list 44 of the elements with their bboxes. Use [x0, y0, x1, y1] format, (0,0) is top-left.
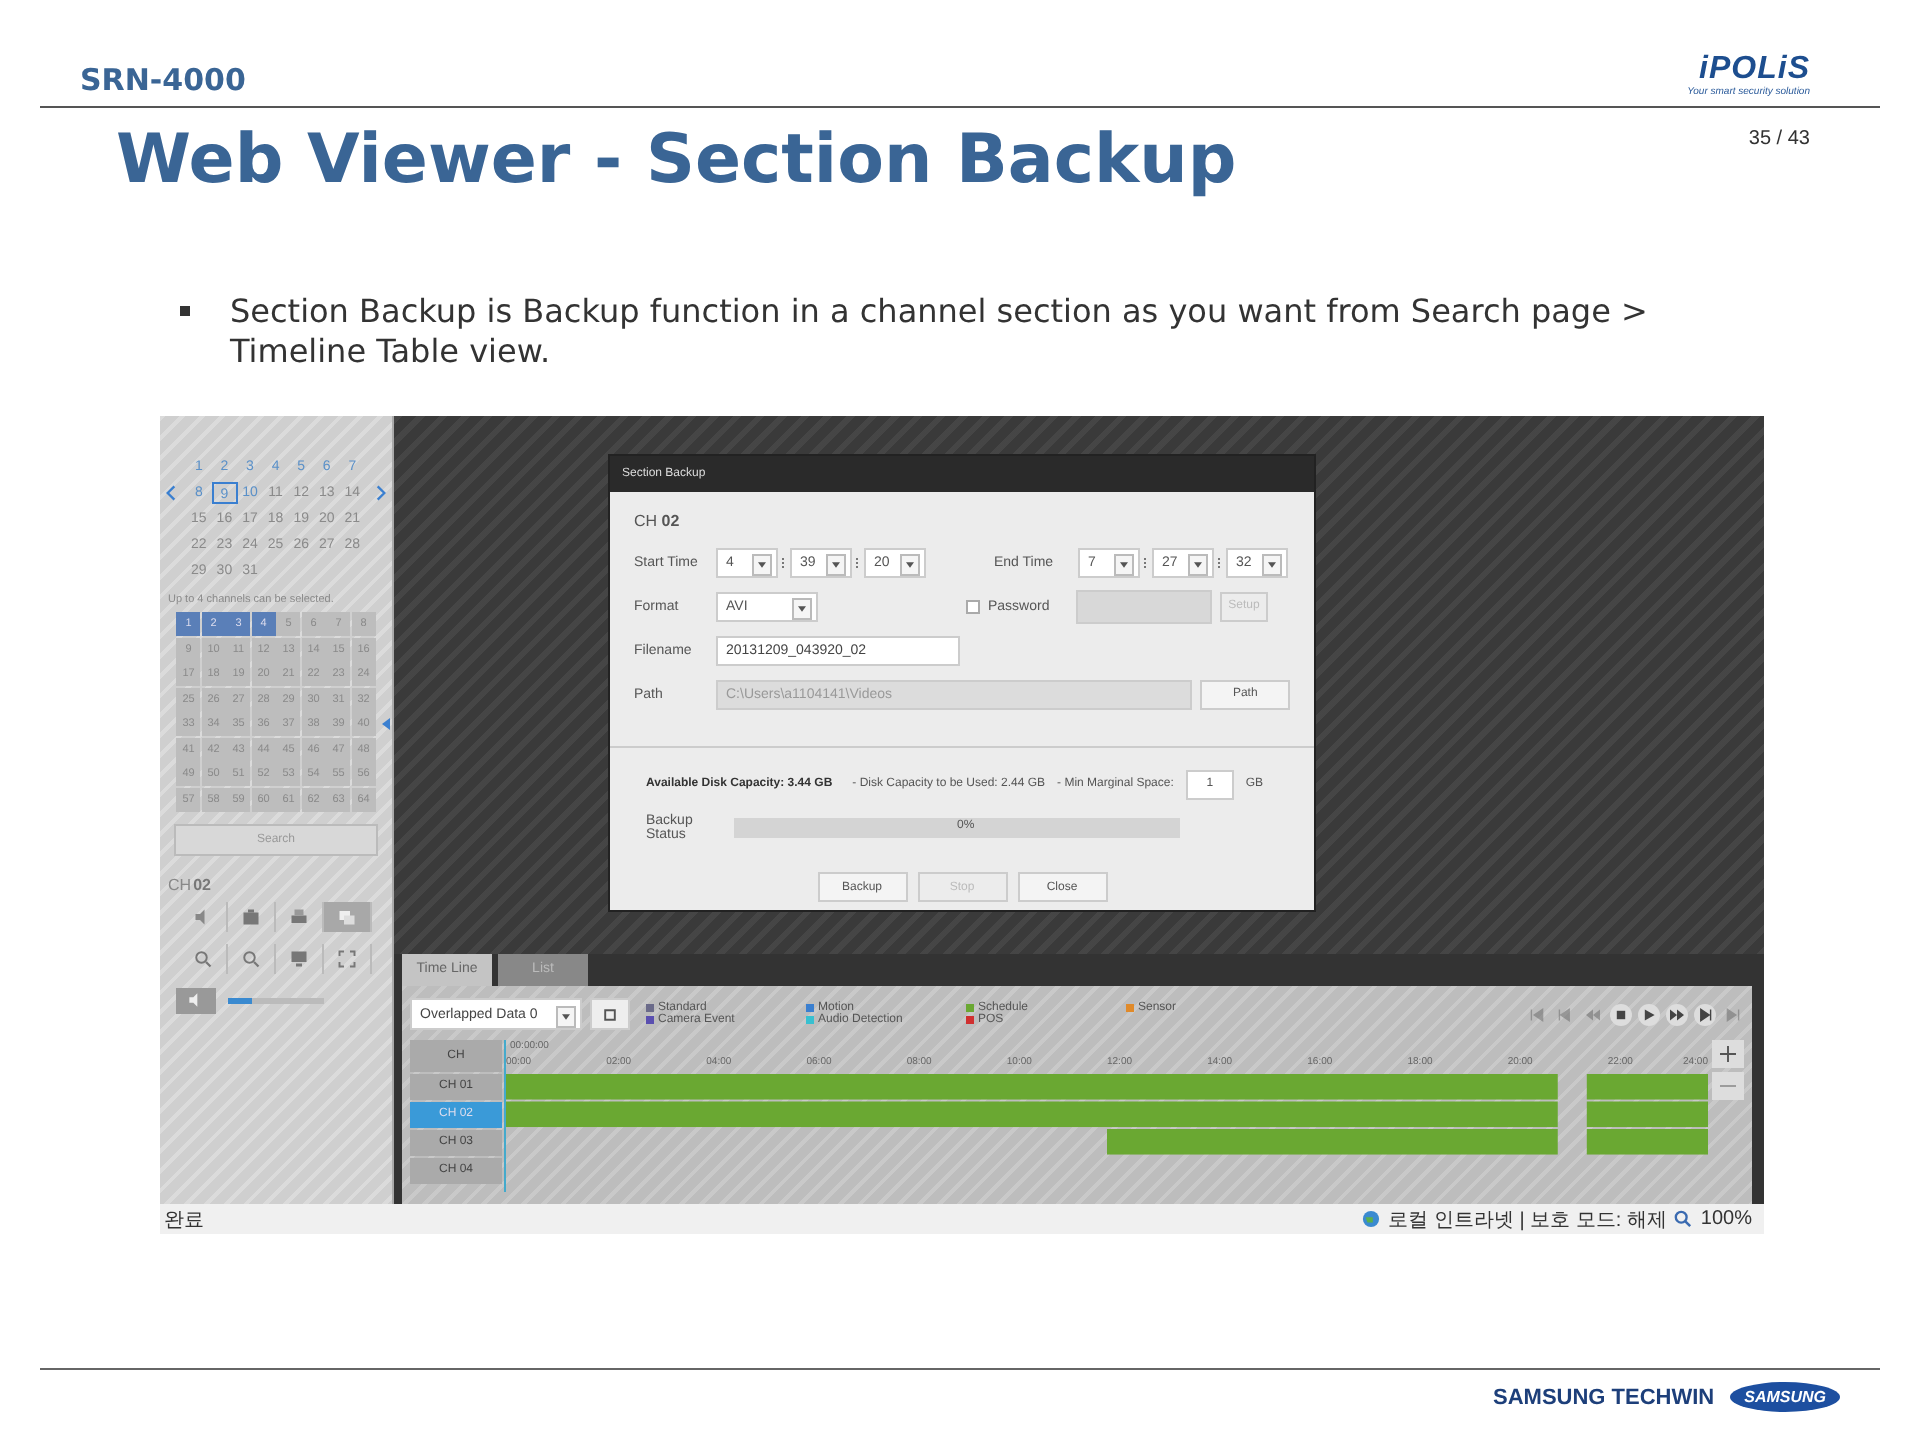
- fast-forward-icon[interactable]: [1666, 1003, 1688, 1025]
- password-checkbox[interactable]: [966, 599, 980, 613]
- status-text: 완료: [164, 1207, 204, 1233]
- globe-icon: [1362, 1210, 1381, 1228]
- separator-icon: [782, 557, 786, 567]
- square-icon: [602, 1007, 618, 1021]
- collapse-arrow-icon[interactable]: [382, 718, 390, 730]
- refresh-button[interactable]: [590, 998, 630, 1030]
- dropdown-icon[interactable]: [826, 553, 846, 575]
- product-name: SRN-4000: [80, 62, 246, 98]
- security-zone: 로컬 인트라넷 | 보호 모드: 해제: [1388, 1207, 1667, 1233]
- separator-icon: [856, 557, 860, 567]
- zoom-icon: [1674, 1210, 1693, 1228]
- channel-number: 02: [193, 875, 211, 893]
- channel-label: CH: [634, 512, 658, 530]
- backup-icon[interactable]: [324, 901, 372, 931]
- dropdown-icon[interactable]: [752, 553, 772, 575]
- bullet-text: Section Backup is Backup function in a channel section as you want from Search page > Timeline Table view.: [230, 292, 1650, 372]
- dropdown-icon[interactable]: [900, 553, 920, 575]
- dropdown-icon[interactable]: [1114, 553, 1134, 575]
- dropdown-icon[interactable]: [1262, 553, 1282, 575]
- password-field[interactable]: [1076, 589, 1212, 623]
- dropdown-icon[interactable]: [1188, 553, 1208, 575]
- separator-icon: [1218, 557, 1222, 567]
- dropdown-icon[interactable]: [792, 597, 812, 619]
- chevron-left-icon[interactable]: [166, 484, 176, 502]
- dropdown-icon[interactable]: [556, 1006, 576, 1028]
- slide-title: Web Viewer - Section Backup: [116, 120, 1237, 204]
- zoom-in-button[interactable]: [1712, 1040, 1744, 1068]
- play-icon[interactable]: [1638, 1003, 1660, 1025]
- page-number: 35 / 43: [1748, 126, 1810, 154]
- logo-wordmark: iPOLiS: [1699, 54, 1810, 86]
- channel-label: CH: [168, 875, 192, 893]
- mute-button[interactable]: [176, 987, 216, 1013]
- stop-icon[interactable]: [1610, 1003, 1632, 1025]
- footer-logo: SAMSUNG: [1730, 1382, 1840, 1412]
- plus-icon: [1720, 1046, 1736, 1062]
- bullet-icon: [180, 306, 190, 316]
- chevron-right-icon[interactable]: [376, 484, 386, 502]
- footer-brand: SAMSUNG TECHWIN: [1493, 1385, 1715, 1409]
- zoom-level: 100%: [1700, 1208, 1752, 1230]
- step-forward-icon[interactable]: [1694, 1003, 1716, 1025]
- separator-icon: [1144, 557, 1148, 567]
- channel-number: 02: [661, 512, 680, 530]
